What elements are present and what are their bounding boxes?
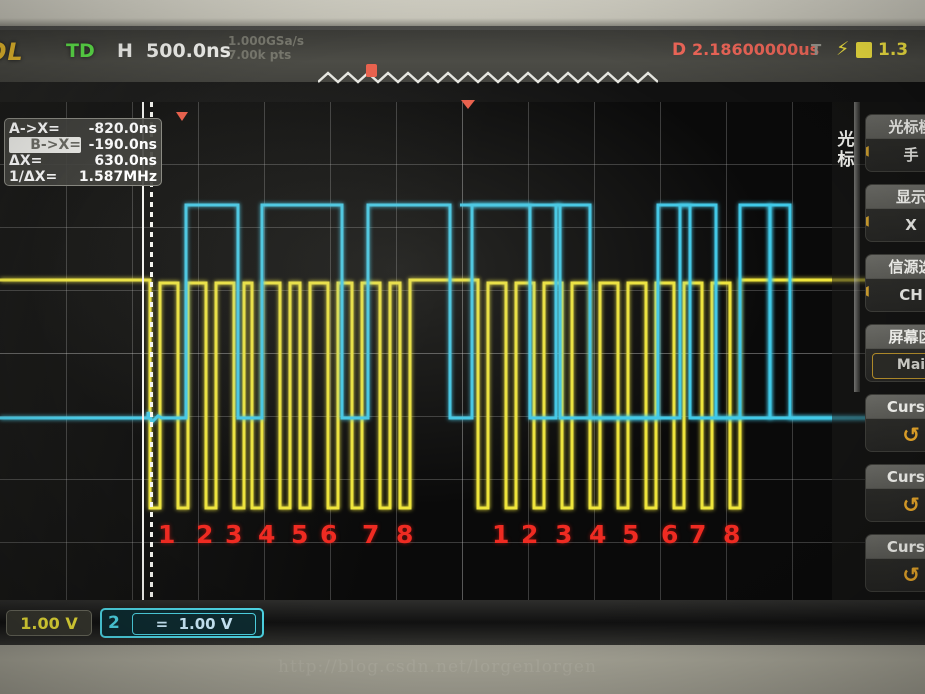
annotation-burst1-4: 4 [258, 520, 276, 549]
annotation-burst1-3: 3 [225, 520, 243, 549]
channel-2-scale: = 1.00 V [132, 613, 256, 635]
menu-item-value: 手 [903, 146, 919, 164]
memory-depth-value: 7.00k pts [228, 48, 292, 62]
annotation-burst1-5: 5 [291, 520, 309, 549]
channel-1-chip[interactable]: 1.00 V [6, 610, 92, 636]
preview-trigger-marker [366, 64, 377, 77]
annotation-burst1-8: 8 [396, 520, 414, 549]
menu-item-title: 信源选 [888, 258, 925, 276]
annotation-burst2-6: 6 [661, 520, 679, 549]
menu-item-value: CH [899, 286, 923, 304]
menu-tab-label: 光标 [837, 130, 855, 170]
menu-item-5[interactable]: Curso ↺ [865, 394, 925, 452]
channel-2-coupling: = [155, 615, 169, 633]
cursor-row-frequency: 1/ΔX= 1.587MHz [9, 169, 157, 185]
annotation-burst1-7: 7 [362, 520, 380, 549]
side-menu: 光标 光标模手◀显示X◀信源选CH◀屏幕区MaiCurso↺Curso↺Curs… [832, 102, 925, 605]
cursor-row-delta: ΔX= 630.0ns [9, 153, 157, 169]
channel-2-number: 2 [108, 613, 120, 633]
menu-item-7[interactable]: Curso ↺ [865, 534, 925, 592]
watermark-text: http://blog.csdn.net/lorgenlorgen [278, 657, 597, 677]
chevron-left-icon: ◀ [866, 213, 869, 229]
waveform-canvas [0, 203, 925, 510]
trigger-source-label: D [672, 40, 687, 60]
menu-item-title: Curso [886, 538, 925, 556]
menu-item-4[interactable]: 屏幕区 Mai [865, 324, 925, 382]
menu-item-2[interactable]: 显示 X ◀ [865, 184, 925, 242]
menu-item-6[interactable]: Curso ↺ [865, 464, 925, 522]
menu-item-title: 屏幕区 [888, 328, 925, 346]
lightning-bolt-icon: ⚡ [836, 38, 850, 60]
ch1-clock-trace [0, 278, 925, 510]
channel-2-scale-value: 1.00 V [178, 615, 233, 633]
menu-item-title: Curso [886, 398, 925, 416]
trigger-position-value[interactable]: 2.18600000us [692, 40, 819, 59]
trigger-type-label: T [811, 41, 822, 59]
ch2-data-trace [0, 203, 925, 425]
cursor-delta-value: 630.0ns [94, 153, 157, 169]
timebase-value[interactable]: 500.0ns [146, 40, 231, 62]
chevron-left-icon: ◀ [866, 283, 869, 299]
cursor-a-label: A->X= [9, 121, 60, 137]
rotate-knob-icon: ↺ [902, 423, 920, 447]
annotation-burst2-7: 7 [689, 520, 707, 549]
sample-rate-value: 1.000GSa/s [228, 34, 305, 48]
trigger-level-value[interactable]: 1.3 [878, 40, 908, 60]
rotate-knob-icon: ↺ [902, 563, 920, 587]
cursor-frequency-value: 1.587MHz [78, 169, 157, 185]
annotation-burst2-5: 5 [622, 520, 640, 549]
acquisition-mode-label[interactable]: TD [66, 40, 95, 62]
channel-1-scale: 1.00 V [20, 614, 78, 633]
cursor-b-value: -190.0ns [88, 137, 157, 153]
menu-item-title: 显示 [895, 188, 925, 206]
horizontal-label: H [117, 40, 133, 62]
chevron-left-icon: ◀ [866, 143, 869, 159]
annotation-burst1-2: 2 [196, 520, 214, 549]
menu-item-1[interactable]: 光标模手 ◀ [865, 114, 925, 172]
rotate-knob-icon: ↺ [902, 493, 920, 517]
cursor-row-b[interactable]: B->X= -190.0ns [9, 137, 157, 153]
channel-2-chip[interactable]: 2 = 1.00 V [100, 608, 264, 638]
channel-bar: 1.00 V 2 = 1.00 V [0, 608, 925, 640]
annotation-burst2-4: 4 [589, 520, 607, 549]
menu-item-value: Mai [872, 353, 925, 379]
cursor-delta-label: ΔX= [9, 153, 43, 169]
square-icon [856, 42, 872, 58]
annotation-burst1-6: 6 [320, 520, 338, 549]
menu-item-3[interactable]: 信源选 CH ◀ [865, 254, 925, 312]
oscilloscope-photo: OL TD H 500.0ns 1.000GSa/s 7.00k pts D 2… [0, 0, 925, 694]
annotation-burst1-1: 1 [158, 520, 176, 549]
annotation-burst2-3: 3 [555, 520, 573, 549]
cursor-readout-box: A->X= -820.0ns B->X= -190.0ns ΔX= 630.0n… [4, 118, 162, 186]
menu-item-title: 光标模 [888, 118, 925, 136]
channel-offset-marker [176, 112, 188, 121]
cursor-frequency-label: 1/ΔX= [9, 169, 58, 185]
menu-item-title: Curso [886, 468, 925, 486]
sample-rate-info: 1.000GSa/s 7.00k pts [228, 34, 304, 62]
trigger-position-marker [461, 100, 475, 109]
annotation-burst2-8: 8 [723, 520, 741, 549]
annotation-burst2-1: 1 [492, 520, 510, 549]
cursor-a-value: -820.0ns [88, 121, 157, 137]
cursor-b-label: B->X= [9, 137, 81, 153]
annotation-burst2-2: 2 [521, 520, 539, 549]
menu-item-value: X [905, 216, 917, 234]
cursor-row-a: A->X= -820.0ns [9, 121, 157, 137]
oscilloscope-screen: OL TD H 500.0ns 1.000GSa/s 7.00k pts D 2… [0, 30, 925, 605]
brand-logo: OL [0, 38, 24, 66]
